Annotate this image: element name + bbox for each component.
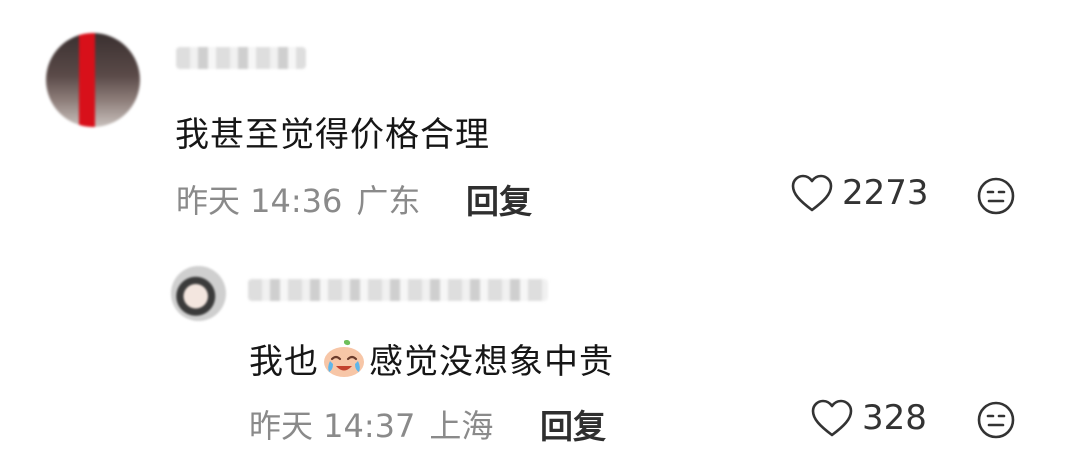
avatar[interactable] — [171, 266, 226, 321]
like-button[interactable]: 328 — [810, 398, 927, 438]
heart-icon — [791, 174, 833, 212]
comment-meta: 昨天 14:36 广东 — [176, 176, 420, 222]
like-count: 328 — [862, 398, 927, 438]
comment-location: 广东 — [356, 182, 421, 220]
reply-time: 昨天 14:37 — [249, 407, 416, 445]
username-blurred[interactable] — [248, 279, 548, 301]
comment-text: 我甚至觉得价格合理 — [175, 115, 490, 155]
username-blurred[interactable] — [176, 47, 306, 69]
reply-text: 我也 感觉没想象中贵 — [249, 334, 614, 383]
reply-button[interactable]: 回复 — [540, 400, 606, 448]
reply-button[interactable]: 回复 — [466, 175, 532, 223]
dislike-face-icon[interactable] — [976, 400, 1016, 440]
reply-meta: 昨天 14:37 上海 — [249, 401, 493, 447]
reply-location: 上海 — [429, 407, 494, 445]
like-count: 2273 — [842, 173, 929, 213]
reply-text-before: 我也 — [249, 342, 319, 382]
reply-text-after: 感觉没想象中贵 — [369, 342, 614, 382]
dislike-face-icon[interactable] — [976, 176, 1016, 216]
like-button[interactable]: 2273 — [790, 173, 929, 213]
comment-time: 昨天 14:36 — [176, 182, 343, 220]
heart-icon — [811, 399, 853, 437]
avatar[interactable] — [46, 33, 140, 127]
crying-laugh-emoji-icon — [324, 340, 364, 377]
